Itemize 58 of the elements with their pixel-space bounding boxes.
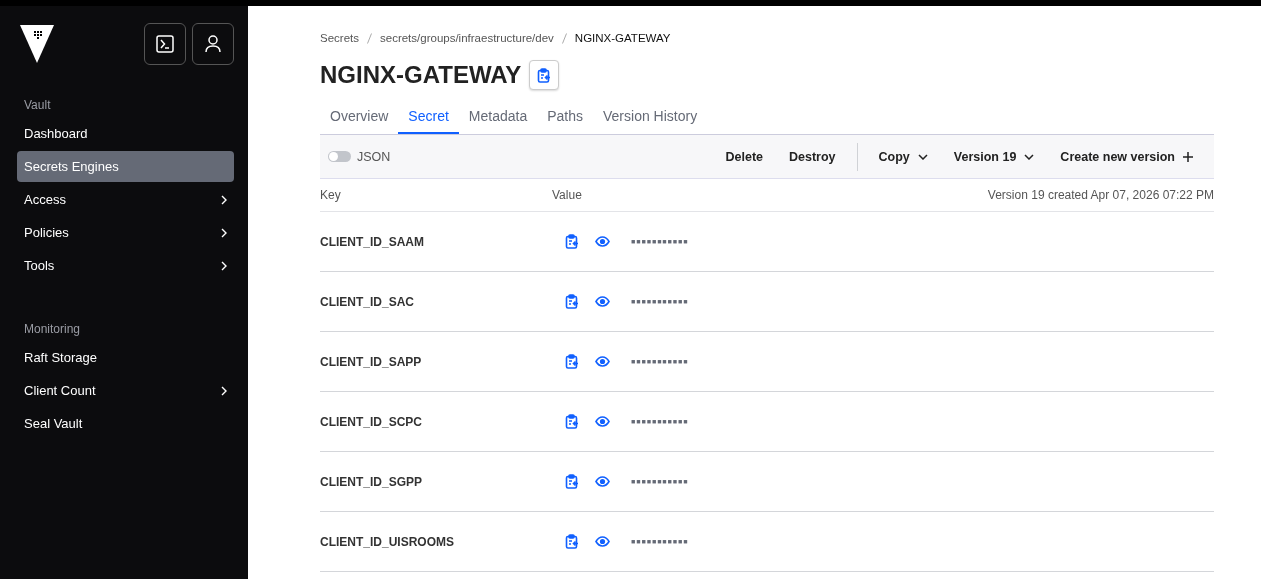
copy-value-icon[interactable] [565, 234, 579, 249]
dropdown-button[interactable]: Version 19 [940, 141, 1048, 172]
sidebar-item[interactable]: Dashboard [17, 118, 234, 149]
eye-icon[interactable] [595, 296, 610, 307]
eye-icon[interactable] [595, 536, 610, 547]
action-button[interactable]: Delete [712, 141, 776, 172]
tab[interactable]: Version History [593, 102, 708, 134]
secret-key: CLIENT_ID_SAC [320, 294, 565, 309]
page-title: NGINX-GATEWAY [320, 61, 522, 89]
eye-icon[interactable] [595, 416, 610, 427]
breadcrumb-current: NGINX-GATEWAY [574, 32, 671, 44]
secret-key: CLIENT_ID_SGPP [320, 474, 565, 489]
copy-button[interactable] [529, 60, 560, 90]
sidebar-item[interactable]: Client Count [17, 375, 234, 406]
json-toggle[interactable] [328, 151, 351, 162]
chevron-down-icon [1024, 153, 1035, 160]
tab[interactable]: Paths [537, 102, 593, 134]
breadcrumb-separator [561, 32, 567, 44]
terminal-button[interactable] [144, 23, 186, 65]
secret-key: CLIENT_ID_SAAM [320, 234, 565, 249]
section-heading: Monitoring [23, 321, 82, 338]
eye-icon[interactable] [595, 476, 610, 487]
eye-icon[interactable] [595, 236, 610, 247]
toggle-label: JSON [357, 149, 391, 164]
chevron-down-icon [917, 153, 928, 160]
section-heading: Vault [23, 97, 52, 114]
column-header: Value [552, 188, 583, 202]
copy-value-icon[interactable] [565, 294, 579, 309]
tab[interactable]: Overview [320, 102, 399, 134]
breadcrumb-link[interactable]: secrets/groups/infraestructure/dev [380, 32, 554, 44]
clipboard-icon [537, 67, 552, 83]
sidebar-item[interactable]: Tools [17, 250, 234, 281]
sidebar-item[interactable]: Raft Storage [17, 342, 234, 373]
sidebar-item[interactable]: Policies [17, 217, 234, 248]
column-header: Key [320, 188, 342, 202]
sidebar-item[interactable]: Access [17, 184, 234, 215]
action-button[interactable]: Create new version [1047, 141, 1206, 172]
secret-key: CLIENT_ID_SCPC [320, 414, 565, 429]
breadcrumb-separator [367, 32, 372, 44]
secret-key: CLIENT_ID_UISROOMS [320, 534, 565, 549]
dropdown-button[interactable]: Copy [865, 141, 941, 172]
secret-key: CLIENT_ID_SAPP [320, 354, 565, 369]
eye-icon[interactable] [595, 356, 610, 367]
version-note: Version 19 created Apr 07, 2026 07:22 PM [987, 188, 1214, 202]
plus-icon [1183, 151, 1193, 162]
sidebar-item[interactable]: Secrets Engines [17, 151, 234, 182]
copy-value-icon[interactable] [565, 414, 579, 429]
action-button[interactable]: Destroy [776, 141, 849, 172]
breadcrumb-link[interactable]: Secrets [320, 32, 359, 44]
terminal-icon [156, 35, 174, 53]
triangle-logo-icon[interactable] [20, 25, 54, 63]
user-icon [205, 35, 221, 53]
sidebar-item[interactable]: Seal Vault [17, 408, 234, 439]
copy-value-icon[interactable] [565, 534, 579, 549]
copy-value-icon[interactable] [565, 354, 579, 369]
tab[interactable]: Metadata [458, 102, 538, 134]
user-button[interactable] [192, 23, 234, 65]
copy-value-icon[interactable] [565, 474, 579, 489]
